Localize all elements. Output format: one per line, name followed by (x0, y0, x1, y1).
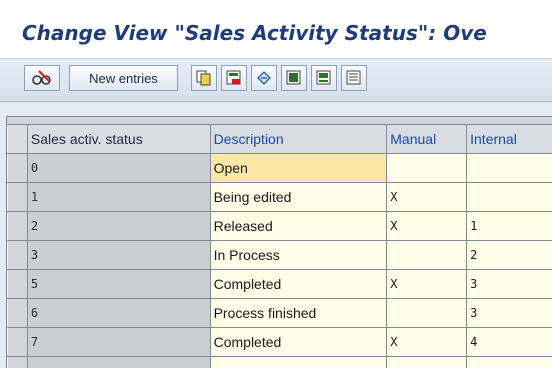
description-cell[interactable]: Completed (210, 270, 387, 299)
status-cell: 0 (27, 154, 210, 183)
table-row: 2 Released X 1 (8, 212, 552, 241)
table-row: 7 Completed X 4 (8, 328, 552, 357)
table-header-row: Sales activ. status Description Manual I… (8, 125, 552, 154)
title-bar: Change View "Sales Activity Status": Ove (0, 0, 552, 59)
row-selector[interactable] (8, 270, 28, 299)
description-cell[interactable]: Process finished (210, 299, 387, 328)
internal-cell[interactable]: 4 (467, 328, 552, 357)
glasses-pencil-icon (31, 69, 53, 87)
internal-cell[interactable] (467, 357, 552, 368)
undo-change-button[interactable] (251, 65, 277, 91)
delete-icon (226, 70, 242, 86)
edit-toggle-button[interactable] (24, 65, 60, 91)
row-selector[interactable] (8, 183, 28, 212)
table-row: 1 Being edited X (8, 183, 552, 212)
select-block-icon (316, 70, 332, 86)
manual-cell[interactable]: X (387, 270, 467, 299)
manual-cell[interactable] (387, 241, 467, 270)
manual-cell[interactable]: X (387, 328, 467, 357)
manual-cell[interactable] (387, 299, 467, 328)
table-control: Sales activ. status Description Manual I… (6, 116, 552, 368)
description-cell[interactable]: Completed (210, 328, 387, 357)
undo-icon (256, 70, 272, 86)
column-header-internal[interactable]: Internal (467, 125, 552, 154)
delete-button[interactable] (221, 65, 247, 91)
deselect-all-icon (346, 70, 362, 86)
page-title: Change View "Sales Activity Status": Ove (22, 21, 487, 45)
internal-cell[interactable]: 1 (467, 212, 552, 241)
description-cell[interactable]: Being edited (210, 183, 387, 212)
description-cell[interactable]: Released (210, 212, 387, 241)
table-row-empty (8, 357, 552, 368)
status-cell: 7 (27, 328, 210, 357)
select-block-button[interactable] (311, 65, 337, 91)
copy-as-button[interactable] (191, 65, 217, 91)
select-all-rows-button[interactable] (8, 125, 28, 154)
manual-cell[interactable] (387, 154, 467, 183)
column-header-description[interactable]: Description (210, 125, 387, 154)
internal-cell[interactable] (467, 154, 552, 183)
new-entries-label: New entries (89, 71, 158, 86)
column-header-sales-activ-status[interactable]: Sales activ. status (27, 125, 210, 154)
row-selector[interactable] (8, 154, 28, 183)
status-cell: 1 (27, 183, 210, 212)
status-cell: 3 (27, 241, 210, 270)
status-cell: 2 (27, 212, 210, 241)
manual-cell[interactable] (387, 357, 467, 368)
internal-cell[interactable]: 2 (467, 241, 552, 270)
table-row: 0 Open (8, 154, 552, 183)
table-row: 6 Process finished 3 (8, 299, 552, 328)
status-cell: 5 (27, 270, 210, 299)
select-all-icon (286, 70, 302, 86)
row-selector[interactable] (8, 212, 28, 241)
application-toolbar: New entries (0, 59, 552, 102)
description-cell[interactable]: Open (210, 154, 387, 183)
table-row: 5 Completed X 3 (8, 270, 552, 299)
select-all-button[interactable] (281, 65, 307, 91)
row-selector[interactable] (8, 299, 28, 328)
column-header-manual[interactable]: Manual (387, 125, 467, 154)
row-selector[interactable] (8, 328, 28, 357)
row-selector[interactable] (8, 241, 28, 270)
internal-cell[interactable]: 3 (467, 270, 552, 299)
status-cell (27, 357, 210, 368)
table-row: 3 In Process 2 (8, 241, 552, 270)
internal-cell[interactable]: 3 (467, 299, 552, 328)
manual-cell[interactable]: X (387, 212, 467, 241)
internal-cell[interactable] (467, 183, 552, 212)
row-selector[interactable] (8, 357, 28, 368)
sales-activity-status-table: Sales activ. status Description Manual I… (7, 124, 552, 368)
manual-cell[interactable]: X (387, 183, 467, 212)
description-cell[interactable]: In Process (210, 241, 387, 270)
description-cell[interactable] (210, 357, 387, 368)
copy-icon (196, 70, 212, 86)
deselect-all-button[interactable] (341, 65, 367, 91)
status-cell: 6 (27, 299, 210, 328)
new-entries-button[interactable]: New entries (69, 65, 178, 91)
